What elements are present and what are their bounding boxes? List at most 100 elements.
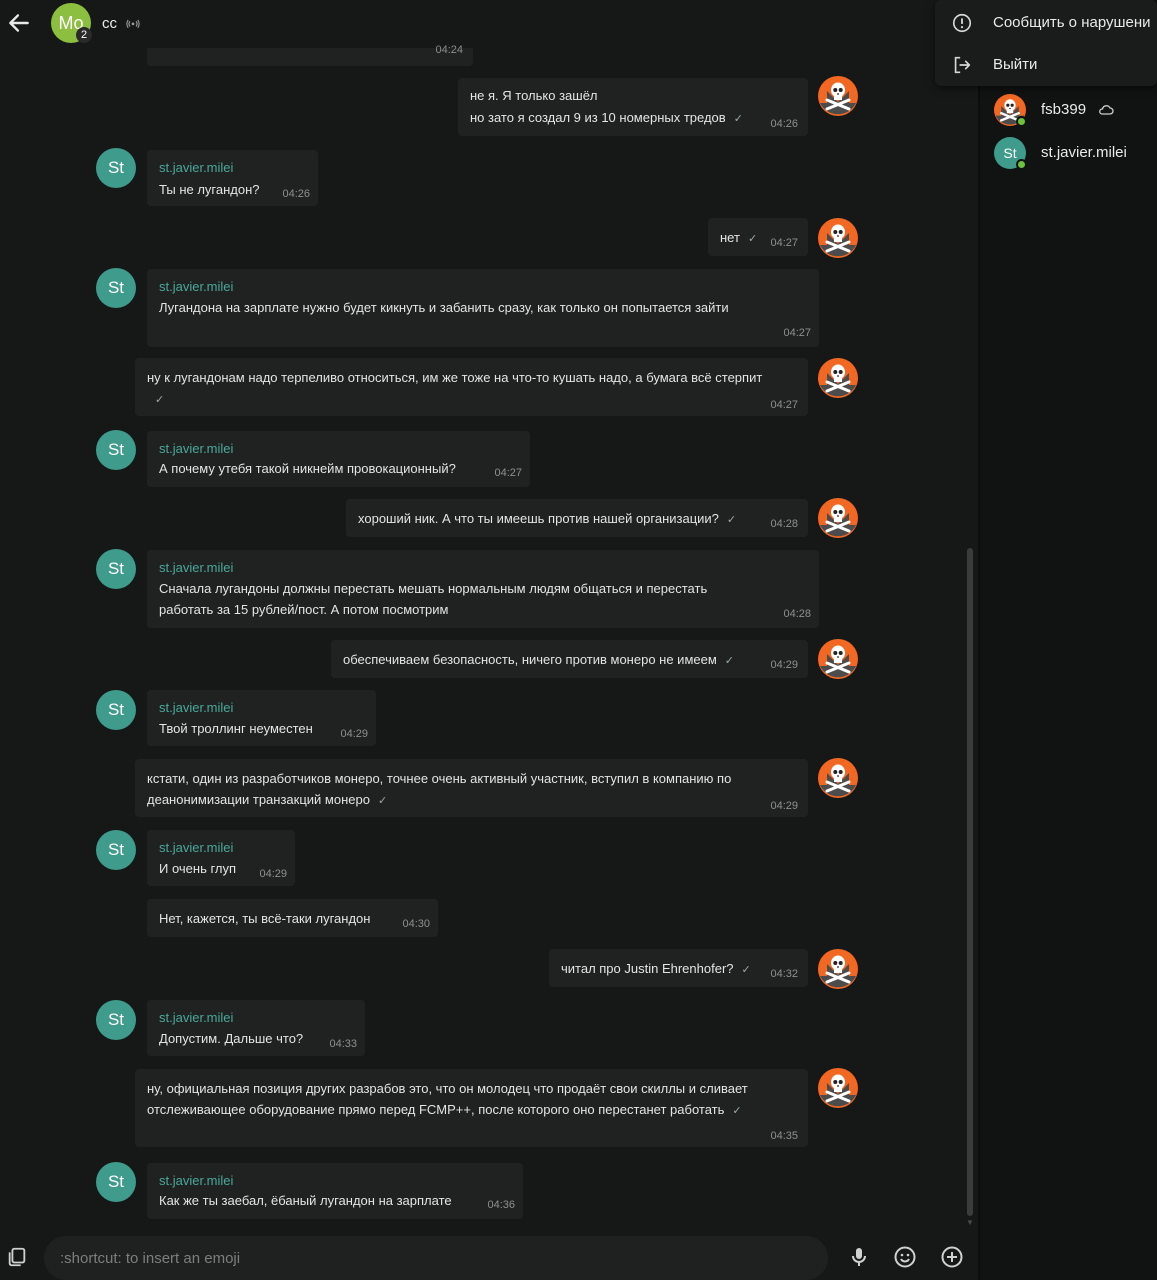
monero-avatar-icon[interactable]: [818, 218, 858, 258]
message-bubble[interactable]: st.javier.milei Сначала лугандоны должны…: [147, 550, 819, 628]
back-arrow-icon[interactable]: [6, 10, 32, 36]
message-bubble-partial: 04:24: [147, 44, 473, 66]
sender-name[interactable]: st.javier.milei: [159, 1173, 233, 1188]
user-avatar[interactable]: St: [96, 430, 136, 470]
message-time: 04:29: [340, 728, 368, 740]
message-time: 04:29: [259, 868, 287, 880]
sent-check-icon: ✓: [724, 655, 734, 667]
menu-item-leave[interactable]: Выйти: [935, 44, 1157, 84]
message-bubble[interactable]: нет ✓ 04:27: [708, 218, 808, 256]
broadcast-icon: [126, 19, 140, 29]
sender-name[interactable]: st.javier.milei: [159, 1010, 233, 1025]
members-sidebar: [980, 0, 1157, 1280]
user-avatar[interactable]: St: [96, 690, 136, 730]
message-list[interactable]: 04:24 не я. Я только зашёл но зато я соз…: [0, 44, 978, 1232]
message-text: А почему утебя такой никнейм провокацион…: [159, 461, 456, 476]
message-text: кстати, один из разработчиков монеро, то…: [147, 768, 767, 812]
user-avatar[interactable]: St: [96, 1162, 136, 1202]
member-item[interactable]: St st.javier.milei: [992, 133, 1152, 173]
message-bubble[interactable]: хороший ник. А что ты имеешь против наше…: [346, 499, 808, 537]
message-bubble[interactable]: st.javier.milei Твой троллинг неуместен …: [147, 690, 376, 746]
message-text: не я. Я только зашёл: [470, 88, 598, 103]
message-text: но зато я создал 9 из 10 номерных тредов…: [470, 107, 743, 130]
monero-avatar-icon[interactable]: [818, 949, 858, 989]
online-indicator: [1016, 116, 1027, 127]
chat-pane: Mo 2 cc 04:24 не я. Я только зашёл но за…: [0, 0, 978, 1280]
chat-title[interactable]: cc: [102, 15, 117, 32]
monero-avatar-icon[interactable]: [818, 1068, 858, 1108]
message-time: 04:28: [783, 608, 811, 620]
sent-check-icon: ✓: [377, 795, 388, 807]
message-text: ну к лугандонам надо терпеливо относитьс…: [147, 367, 767, 411]
message-text: ну, официальная позиция других разрабов …: [147, 1078, 767, 1122]
message-time: 04:29: [770, 800, 798, 812]
user-avatar[interactable]: St: [96, 1000, 136, 1040]
message-time: 04:27: [770, 237, 798, 249]
member-name: fsb399: [1041, 101, 1087, 118]
message-text: Нет, кажется, ты всё-таки лугандон: [159, 911, 371, 926]
menu-item-label: Выйти: [993, 56, 1038, 73]
monero-avatar-icon[interactable]: [818, 76, 858, 116]
message-bubble[interactable]: st.javier.milei Как же ты заебал, ёбаный…: [147, 1163, 523, 1219]
message-bubble[interactable]: кстати, один из разработчиков монеро, то…: [135, 759, 808, 817]
message-time: 04:27: [783, 327, 811, 339]
sent-check-icon: ✓: [155, 394, 165, 406]
monero-avatar-icon[interactable]: [818, 758, 858, 798]
message-bubble[interactable]: обеспечиваем безопасность, ничего против…: [331, 640, 808, 678]
sent-check-icon: ✓: [747, 233, 758, 245]
menu-item-report[interactable]: Сообщить о нарушени: [935, 2, 1157, 42]
message-text: Как же ты заебал, ёбаный лугандон на зар…: [159, 1193, 452, 1208]
message-bubble[interactable]: st.javier.milei А почему утебя такой ник…: [147, 431, 530, 487]
emoji-icon[interactable]: [893, 1245, 917, 1269]
sender-name[interactable]: st.javier.milei: [159, 160, 233, 175]
message-input[interactable]: [44, 1236, 828, 1280]
attach-icon[interactable]: [6, 1246, 28, 1268]
message-bubble[interactable]: st.javier.milei И очень глуп 04:29: [147, 830, 295, 886]
message-bubble[interactable]: Нет, кажется, ты всё-таки лугандон 04:30: [147, 899, 438, 937]
sent-check-icon: ✓: [733, 113, 743, 125]
sender-name[interactable]: st.javier.milei: [159, 840, 233, 855]
message-bubble[interactable]: st.javier.milei Лугандона на зарплате ну…: [147, 269, 819, 347]
user-avatar[interactable]: St: [96, 148, 136, 188]
monero-avatar-icon[interactable]: [818, 498, 858, 538]
message-time: 04:27: [770, 399, 798, 411]
sender-name[interactable]: st.javier.milei: [159, 279, 233, 294]
monero-avatar-icon[interactable]: [818, 639, 858, 679]
message-time: 04:30: [402, 918, 430, 930]
scrollbar-thumb[interactable]: [967, 548, 973, 1216]
sender-name[interactable]: st.javier.milei: [159, 700, 233, 715]
member-item[interactable]: fsb399: [992, 90, 1152, 130]
message-time: 04:33: [329, 1038, 357, 1050]
report-icon: [952, 13, 972, 33]
message-bubble[interactable]: st.javier.milei Ты не лугандон? 04:26: [147, 150, 318, 206]
context-menu: Сообщить о нарушени Выйти: [935, 0, 1157, 86]
message-bubble[interactable]: ну к лугандонам надо терпеливо относитьс…: [135, 358, 808, 416]
member-name: st.javier.milei: [1041, 144, 1127, 161]
message-text: хороший ник. А что ты имеешь против наше…: [358, 508, 736, 531]
user-avatar[interactable]: St: [96, 549, 136, 589]
sent-check-icon: ✓: [741, 964, 751, 976]
message-bubble[interactable]: ну, официальная позиция других разрабов …: [135, 1069, 808, 1147]
user-avatar[interactable]: St: [96, 830, 136, 870]
sender-name[interactable]: st.javier.milei: [159, 441, 233, 456]
message-time: 04:28: [770, 518, 798, 530]
message-time: 04:26: [282, 188, 310, 200]
message-time: 04:29: [770, 659, 798, 671]
chat-avatar-badge: 2: [76, 27, 92, 43]
message-text: И очень глуп: [159, 861, 237, 876]
message-text: Ты не лугандон?: [159, 182, 260, 197]
monero-avatar-icon[interactable]: [818, 358, 858, 398]
message-bubble[interactable]: не я. Я только зашёл но зато я создал 9 …: [458, 78, 808, 136]
message-text: Твой троллинг неуместен: [159, 721, 313, 736]
sender-name[interactable]: st.javier.milei: [159, 560, 233, 575]
message-time: 04:26: [770, 118, 798, 130]
message-text: Лугандона на зарплате нужно будет кикнут…: [159, 300, 729, 315]
microphone-icon[interactable]: [847, 1245, 871, 1269]
user-avatar[interactable]: St: [96, 268, 136, 308]
add-icon[interactable]: [940, 1245, 964, 1269]
online-indicator: [1016, 159, 1027, 170]
chat-header: Mo 2 cc: [0, 0, 978, 48]
message-bubble[interactable]: st.javier.milei Допустим. Дальше что? 04…: [147, 1000, 365, 1056]
message-bubble[interactable]: читал про Justin Ehrenhofer? ✓ 04:32: [549, 949, 808, 987]
scroll-down-arrow-icon[interactable]: ▼: [966, 1218, 975, 1227]
